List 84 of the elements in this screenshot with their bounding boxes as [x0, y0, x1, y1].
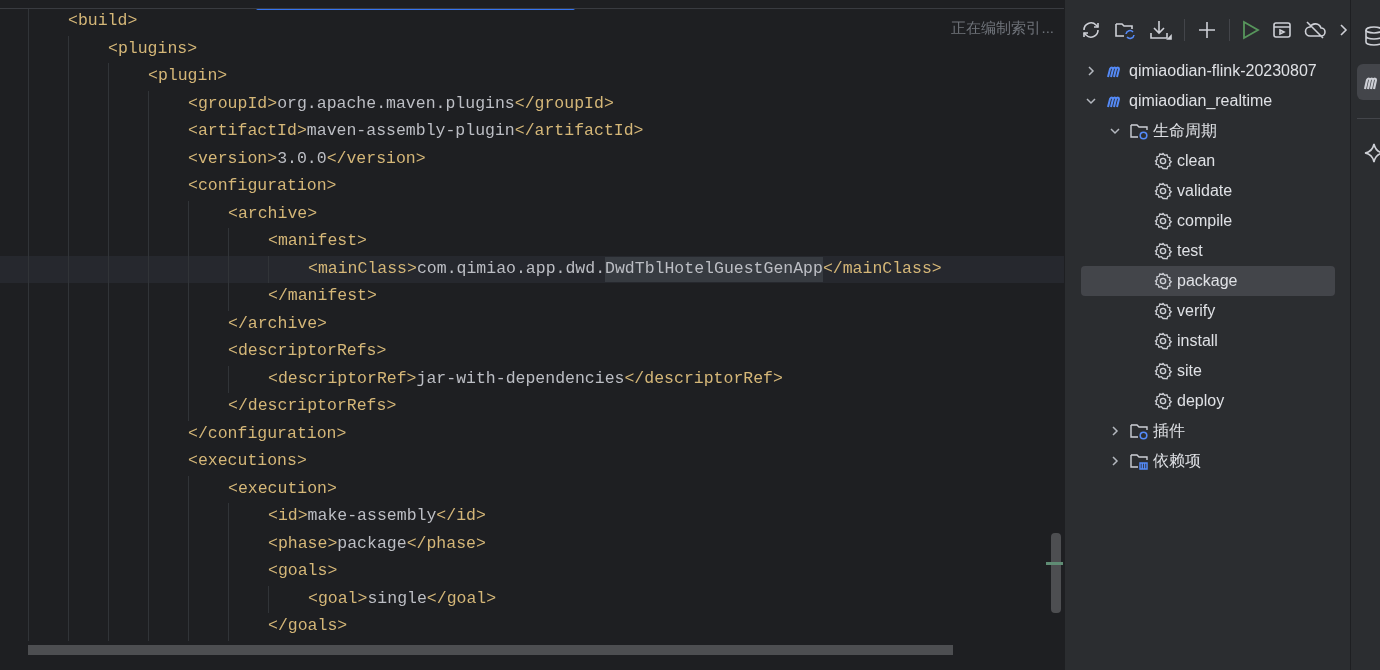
xml-tag: <mainClass>	[308, 256, 417, 282]
horizontal-scrollbar[interactable]	[28, 645, 953, 655]
folder-gear-icon	[1129, 421, 1149, 441]
xml-tag: </descriptorRef>	[624, 366, 783, 392]
database-icon	[1363, 25, 1380, 47]
xml-tag: <goals>	[268, 559, 338, 585]
chevron-right-icon[interactable]	[1109, 455, 1121, 467]
xml-tag: </version>	[326, 146, 426, 172]
tree-item[interactable]: validate	[1081, 176, 1335, 206]
xml-tag: </manifest>	[268, 284, 377, 310]
gear-icon	[1153, 211, 1173, 231]
xml-value: single	[367, 587, 427, 610]
folder-library-icon	[1129, 451, 1149, 471]
gear-icon	[1153, 361, 1173, 381]
tree-item[interactable]: test	[1081, 236, 1335, 266]
chevron-down-icon[interactable]	[1109, 125, 1121, 137]
xml-tag: <phase>	[268, 531, 338, 557]
gear-icon	[1153, 391, 1173, 411]
tree-item[interactable]: deploy	[1081, 386, 1335, 416]
xml-tag: </id>	[436, 504, 486, 530]
tree-item[interactable]: site	[1081, 356, 1335, 386]
offline-cloud-icon[interactable]	[1304, 20, 1326, 40]
tree-item[interactable]: 生命周期	[1081, 116, 1335, 146]
xml-tag: <plugins>	[108, 36, 198, 62]
run-icon[interactable]	[1242, 20, 1260, 40]
xml-tag: <configuration>	[188, 174, 337, 200]
xml-tag: <groupId>	[188, 91, 278, 117]
tree-item[interactable]: compile	[1081, 206, 1335, 236]
tree-item[interactable]: verify	[1081, 296, 1335, 326]
tree-item[interactable]: clean	[1081, 146, 1335, 176]
xml-tag: </goals>	[268, 614, 348, 640]
xml-value: org.apache.maven.plugins	[277, 92, 515, 115]
xml-tag: <descriptorRefs>	[228, 339, 387, 365]
gear-icon	[1153, 271, 1173, 291]
xml-tag: <version>	[188, 146, 278, 172]
xml-tag: </groupId>	[514, 91, 614, 117]
download-icon[interactable]	[1148, 19, 1172, 41]
gear-icon	[1153, 181, 1173, 201]
xml-tag: </goal>	[426, 586, 497, 612]
xml-value: make-assembly	[307, 505, 437, 528]
chevron-right-icon[interactable]	[1085, 65, 1097, 77]
xml-tag: <artifactId>	[188, 119, 307, 145]
refresh-icon[interactable]	[1080, 19, 1102, 41]
chevron-right-icon[interactable]	[1109, 425, 1121, 437]
xml-tag: </configuration>	[188, 421, 347, 447]
tree-item[interactable]: 插件	[1081, 416, 1335, 446]
gear-icon	[1153, 301, 1173, 321]
xml-tag: </phase>	[406, 531, 486, 557]
xml-tag: </archive>	[228, 311, 328, 337]
folder-gear-icon	[1129, 121, 1149, 141]
gear-icon	[1153, 241, 1173, 261]
xml-tag: </descriptorRefs>	[228, 394, 397, 420]
xml-tag: <goal>	[308, 586, 368, 612]
chevron-right-icon[interactable]	[1338, 23, 1348, 37]
change-marker	[1046, 562, 1063, 565]
xml-tag: <execution>	[228, 476, 337, 502]
xml-tag: <archive>	[228, 201, 318, 227]
gear-icon	[1153, 331, 1173, 351]
xml-value: 3.0.0	[277, 147, 327, 170]
xml-tag: </mainClass>	[822, 256, 942, 282]
xml-tag: <id>	[268, 504, 308, 530]
gear-icon	[1153, 151, 1173, 171]
xml-tag: </artifactId>	[514, 119, 644, 145]
tree-item[interactable]: qimiaodian_realtime	[1081, 86, 1335, 116]
highlighted-text: DwdTblHotelGuestGenApp	[605, 256, 823, 282]
xml-tag: <build>	[68, 9, 138, 35]
tree-item[interactable]: qimiaodian-flink-20230807	[1081, 56, 1335, 86]
xml-value: package	[337, 532, 407, 555]
xml-tag: <executions>	[188, 449, 307, 475]
chevron-down-icon[interactable]	[1085, 95, 1097, 107]
xml-tag: <manifest>	[268, 229, 368, 255]
xml-value: jar-with-dependencies	[416, 367, 625, 390]
tree-item[interactable]: install	[1081, 326, 1335, 356]
sparkle-icon	[1363, 142, 1380, 164]
xml-tag: <plugin>	[148, 64, 228, 90]
vertical-scrollbar[interactable]	[1051, 533, 1061, 613]
indexing-status: 正在编制索引...	[951, 18, 1054, 38]
tree-item[interactable]: 依赖项	[1081, 446, 1335, 476]
xml-tag: <descriptorRef>	[268, 366, 417, 392]
add-icon[interactable]	[1197, 20, 1217, 40]
tree-item[interactable]: package	[1081, 266, 1335, 296]
xml-value: com.qimiao.app.dwd.	[416, 257, 606, 280]
console-icon[interactable]	[1272, 20, 1292, 40]
xml-value: maven-assembly-plugin	[306, 120, 515, 143]
